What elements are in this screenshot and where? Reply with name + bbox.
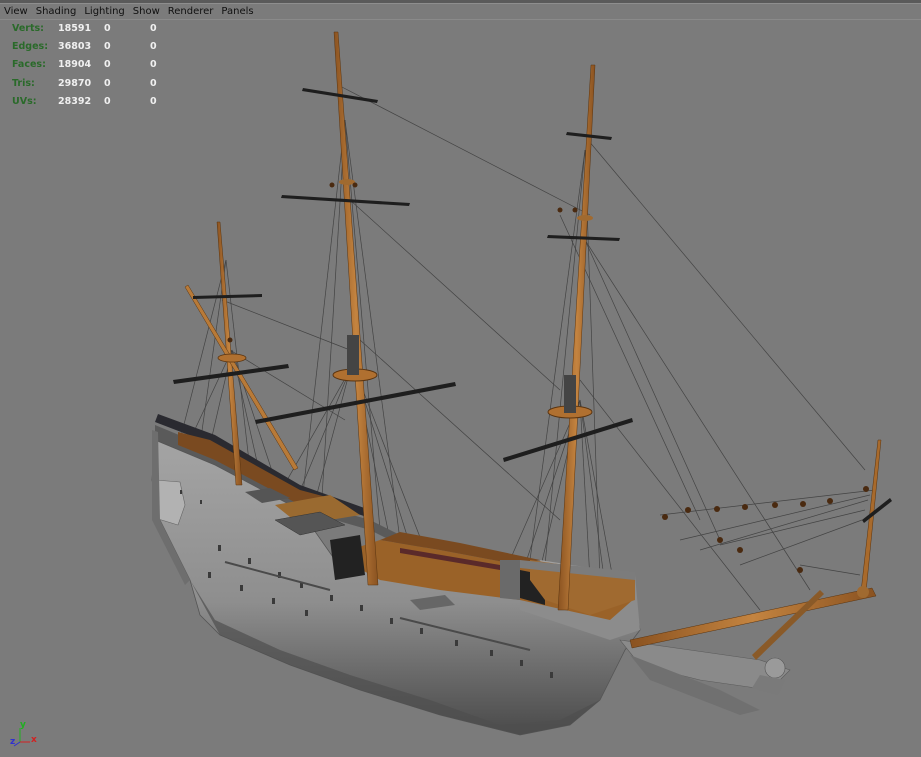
ship-model[interactable] [0,0,921,757]
hud-total: 36803 [58,41,92,53]
hud-selected: 0 [104,59,111,71]
axis-z-label: z [10,737,16,747]
axis-x-label: x [31,735,37,745]
hud-uv: 0 [150,77,157,89]
hud-total: 29870 [58,77,92,89]
poly-count-hud: Verts: 18591 0 0 Edges: 36803 0 0 Faces:… [12,19,170,111]
axis-gizmo: y x z [8,720,40,752]
hud-uv: 0 [150,96,157,108]
hud-row-verts: Verts: 18591 0 0 [12,19,170,37]
hud-row-edges: Edges: 36803 0 0 [12,37,170,55]
hud-total: 18904 [58,59,92,71]
hud-total: 18591 [58,22,92,34]
hud-uv: 0 [150,41,157,53]
hud-selected: 0 [104,77,111,89]
yards [173,88,892,523]
hud-label: Verts: [12,22,44,34]
axis-y-label: y [20,720,26,730]
hud-row-uvs: UVs: 28392 0 0 [12,93,170,111]
hud-uv: 0 [150,22,157,34]
hud-label: UVs: [12,96,37,108]
hud-label: Tris: [12,77,35,89]
hud-row-tris: Tris: 29870 0 0 [12,74,170,92]
hud-selected: 0 [104,22,111,34]
hud-uv: 0 [150,59,157,71]
hud-selected: 0 [104,96,111,108]
hud-total: 28392 [58,96,92,108]
hud-selected: 0 [104,41,111,53]
3d-viewport[interactable]: View Shading Lighting Show Renderer Pane… [0,0,921,757]
hud-label: Faces: [12,59,46,71]
hud-row-faces: Faces: 18904 0 0 [12,56,170,74]
hud-label: Edges: [12,41,48,53]
